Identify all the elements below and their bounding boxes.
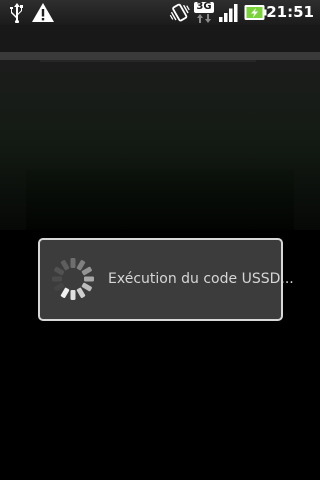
spinner-segment [54,282,65,292]
dialog-message: Exécution du code USSD... [108,271,294,287]
spinner-segment [54,266,65,276]
signal-icon [219,4,238,22]
vibrate-icon [169,3,190,22]
warning-icon [32,3,54,22]
battery-charging-icon [244,5,267,20]
status-time: 21:51 [266,3,314,21]
background-divider [0,52,320,60]
spinner-segment [60,260,70,271]
background-inner-panel [26,170,294,230]
spinner-segment [81,282,92,292]
spinner-segment [70,290,76,300]
status-bar: 3G 21:51 [0,0,320,25]
usb-icon [10,3,23,23]
spinner-segment [70,258,76,268]
3g-data-icon: 3G [194,1,214,23]
spinner-segment [76,260,86,271]
background-underline [40,60,256,62]
spinner-segment [52,276,62,282]
spinner-segment [84,276,94,282]
background-title-band [0,25,320,52]
network-type-label: 3G [196,1,212,12]
spinner-segment [81,266,92,276]
screen: 3G 21:51 Exécution du code USSD... [0,0,320,480]
loading-spinner-icon [52,258,94,300]
spinner-segment [60,287,70,298]
spinner-segment [76,287,86,298]
progress-dialog: Exécution du code USSD... [38,238,294,321]
